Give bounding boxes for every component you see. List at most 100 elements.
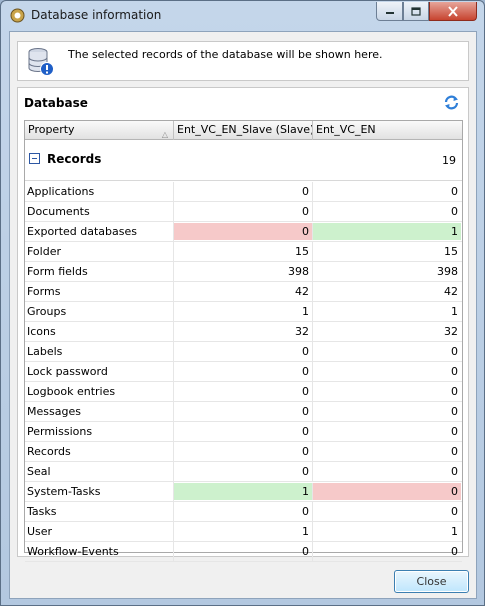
database-info-icon <box>28 48 54 76</box>
property-cell: Messages <box>25 402 174 421</box>
database-info-window: Database information The selected record… <box>0 0 485 606</box>
slave-value-cell: 0 <box>174 202 313 221</box>
column-header-label: Property <box>28 123 75 136</box>
slave-value-cell: 42 <box>174 282 313 301</box>
table-row[interactable]: Applications 0 0 <box>25 182 462 202</box>
info-banner: The selected records of the database wil… <box>17 41 469 81</box>
slave-value-cell: 15 <box>174 242 313 261</box>
table-row[interactable]: Permissions 0 0 <box>25 422 462 442</box>
column-header-label: Ent_VC_EN <box>316 123 376 136</box>
property-cell: Records <box>25 442 174 461</box>
grid-header: Property △ Ent_VC_EN_Slave (Slave) Ent_V… <box>25 121 462 140</box>
close-icon <box>448 5 458 17</box>
minimize-button[interactable] <box>376 2 403 21</box>
master-value-cell: 398 <box>437 265 458 278</box>
property-cell: Documents <box>25 202 174 221</box>
property-cell: Workflow-Events <box>25 542 174 561</box>
master-value-cell: 15 <box>444 245 458 258</box>
table-row[interactable]: Records 0 0 <box>25 442 462 462</box>
table-row[interactable]: Messages 0 0 <box>25 402 462 422</box>
slave-value-cell: 0 <box>174 342 313 361</box>
column-header-label: Ent_VC_EN_Slave (Slave) <box>177 123 313 136</box>
collapse-icon[interactable] <box>29 153 40 164</box>
table-row[interactable]: Logbook entries 0 0 <box>25 382 462 402</box>
table-row[interactable]: Groups 1 1 <box>25 302 462 322</box>
master-value-cell: 1 <box>451 525 458 538</box>
master-value-cell: 0 <box>451 205 458 218</box>
master-value-cell: 1 <box>451 305 458 318</box>
table-row[interactable]: Tasks 0 0 <box>25 502 462 522</box>
slave-value-cell: 0 <box>174 422 313 441</box>
property-cell: User <box>25 522 174 541</box>
panel-title: Database <box>24 96 88 110</box>
database-panel: Database Property △ Ent_VC_EN_Slave (Sla… <box>17 87 469 562</box>
table-row[interactable]: Form fields 398 398 <box>25 262 462 282</box>
master-value-cell: 0 <box>451 345 458 358</box>
window-title: Database information <box>31 8 162 22</box>
property-cell: Exported databases <box>25 222 174 241</box>
close-button[interactable]: Close <box>394 570 469 593</box>
slave-value-cell: 0 <box>174 362 313 381</box>
slave-value-cell: 1 <box>174 302 313 321</box>
master-value-cell: 0 <box>451 385 458 398</box>
table-row[interactable]: Seal 0 0 <box>25 462 462 482</box>
title-bar[interactable]: Database information <box>1 1 484 31</box>
property-cell: System-Tasks <box>25 482 174 501</box>
master-value-cell: 42 <box>444 285 458 298</box>
table-row[interactable]: User 1 1 <box>25 522 462 542</box>
table-row[interactable]: Labels 0 0 <box>25 342 462 362</box>
table-row[interactable]: Workflow-Events 0 0 <box>25 542 462 562</box>
table-row[interactable]: Exported databases 0 1 <box>25 222 462 242</box>
property-cell: Forms <box>25 282 174 301</box>
slave-value-cell: 0 <box>174 462 313 481</box>
property-cell: Lock password <box>25 362 174 381</box>
app-ring-icon <box>10 8 25 23</box>
refresh-icon[interactable] <box>443 94 460 111</box>
table-row[interactable]: Icons 32 32 <box>25 322 462 342</box>
group-label: Records <box>47 152 102 166</box>
property-cell: Icons <box>25 322 174 341</box>
minimize-icon <box>385 12 394 14</box>
master-value-cell: 0 <box>313 483 461 500</box>
slave-value-cell: 0 <box>174 442 313 461</box>
property-cell: Form fields <box>25 262 174 281</box>
master-value-cell: 0 <box>451 425 458 438</box>
record-rows: Applications 0 0 Documents 0 0 Exported databa… <box>25 182 462 562</box>
slave-value-cell: 32 <box>174 322 313 341</box>
slave-value-cell: 0 <box>174 542 313 561</box>
slave-value-cell: 1 <box>174 522 313 541</box>
info-text: The selected records of the database wil… <box>68 48 383 61</box>
slave-value-cell: 0 <box>174 402 313 421</box>
property-cell: Seal <box>25 462 174 481</box>
master-value-cell: 0 <box>451 365 458 378</box>
property-cell: Permissions <box>25 422 174 441</box>
records-grid: Property △ Ent_VC_EN_Slave (Slave) Ent_V… <box>24 120 463 562</box>
table-row[interactable]: Documents 0 0 <box>25 202 462 222</box>
column-header-property[interactable]: Property △ <box>25 121 174 140</box>
table-row[interactable]: System-Tasks 1 0 <box>25 482 462 502</box>
column-header-master[interactable]: Ent_VC_EN <box>313 121 464 140</box>
property-cell: Logbook entries <box>25 382 174 401</box>
master-value-cell: 0 <box>451 185 458 198</box>
close-window-button[interactable] <box>429 2 477 21</box>
master-value-cell: 1 <box>313 223 461 240</box>
table-row[interactable]: Forms 42 42 <box>25 282 462 302</box>
slave-value-cell: 1 <box>174 483 313 500</box>
maximize-button[interactable] <box>403 2 429 21</box>
table-row[interactable]: Lock password 0 0 <box>25 362 462 382</box>
slave-value-cell: 0 <box>174 502 313 521</box>
slave-value-cell: 0 <box>174 223 313 240</box>
master-value-cell: 0 <box>451 445 458 458</box>
master-value-cell: 0 <box>451 465 458 478</box>
slave-value-cell: 398 <box>174 262 313 281</box>
property-cell: Groups <box>25 302 174 321</box>
master-value-cell: 32 <box>444 325 458 338</box>
column-header-slave[interactable]: Ent_VC_EN_Slave (Slave) <box>174 121 313 140</box>
table-row[interactable]: Folder 15 15 <box>25 242 462 262</box>
slave-value-cell: 0 <box>174 182 313 201</box>
property-cell: Labels <box>25 342 174 361</box>
dialog-content: The selected records of the database wil… <box>9 31 477 599</box>
sort-ascending-icon: △ <box>161 130 168 139</box>
master-value-cell: 0 <box>451 545 458 558</box>
records-group-row[interactable]: Records 19 <box>25 141 462 181</box>
